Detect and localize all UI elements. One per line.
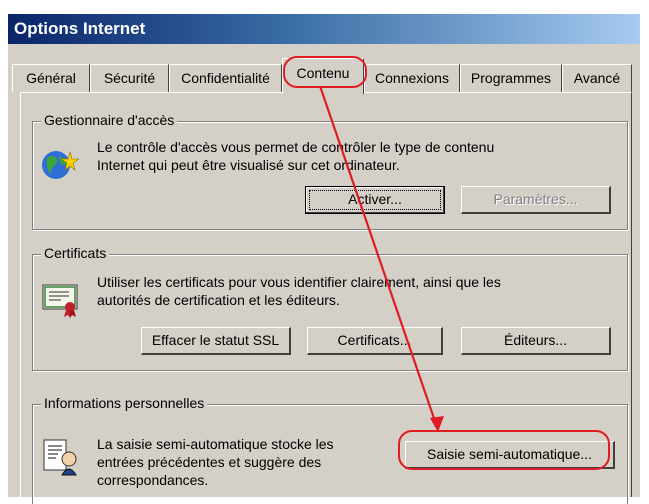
annotation-arrow (318, 85, 444, 432)
